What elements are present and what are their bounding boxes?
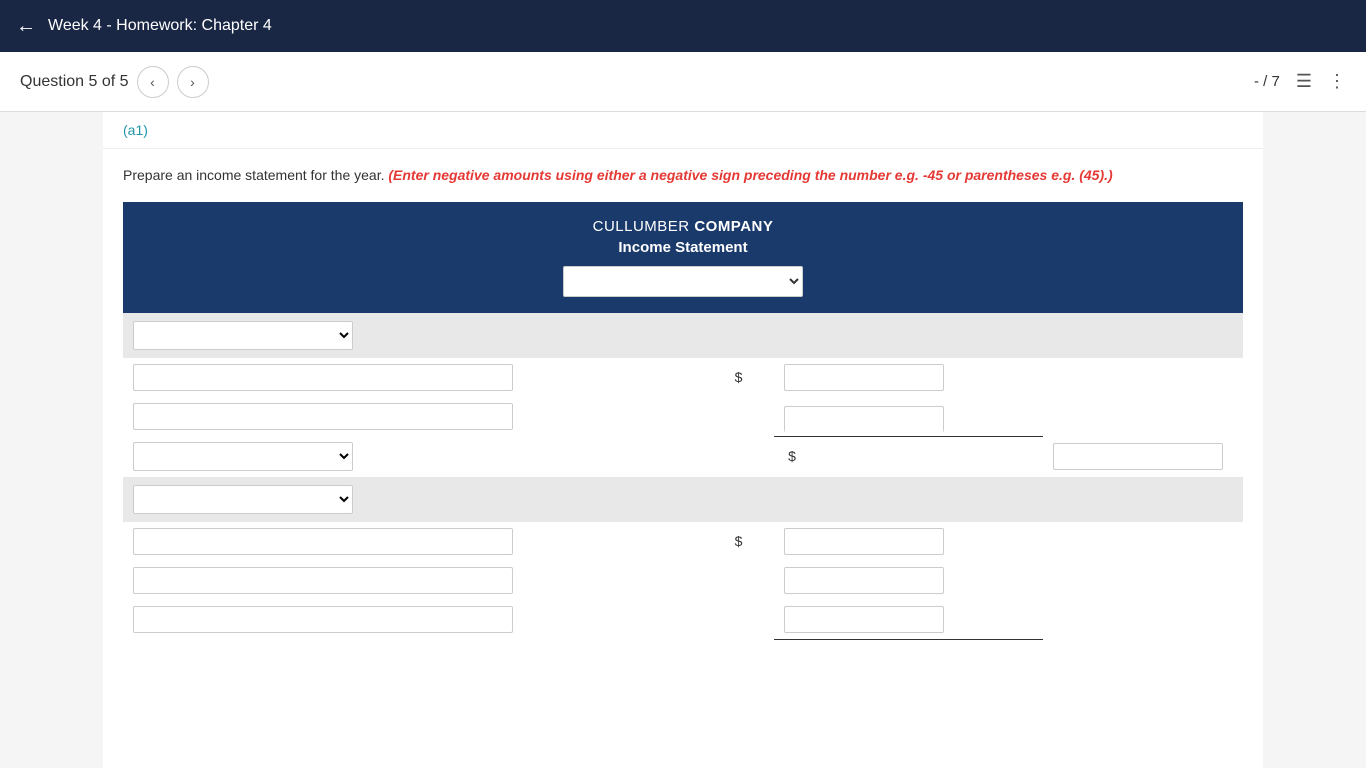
list-icon[interactable]: ☰ — [1296, 71, 1312, 92]
row5-label-cell — [123, 561, 721, 600]
top-navbar: ← Week 4 - Homework: Chapter 4 — [0, 0, 1366, 52]
more-options-icon[interactable]: ⋮ — [1328, 71, 1346, 92]
row6-amount-input[interactable] — [784, 606, 944, 633]
row4-label-input[interactable] — [133, 528, 513, 555]
back-button[interactable]: ← — [16, 15, 36, 38]
warning-text: (Enter negative amounts using either a n… — [388, 167, 1112, 183]
row6-dollar-cell — [721, 600, 774, 640]
part-label: (a1) — [103, 112, 1263, 149]
statement-title: Income Statement — [139, 239, 1227, 256]
row1-amount-cell — [774, 358, 1043, 397]
next-question-button[interactable]: › — [177, 66, 209, 98]
row1-dollar-cell: $ — [721, 358, 774, 397]
main-content: (a1) Prepare an income statement for the… — [0, 112, 1366, 768]
row5-amount-cell — [774, 561, 1043, 600]
instructions: Prepare an income statement for the year… — [103, 149, 1263, 202]
statement-container: CULLUMBER COMPANY Income Statement For t… — [103, 202, 1263, 660]
row6-label-cell — [123, 600, 721, 640]
row5 — [123, 561, 1243, 600]
section1-dropdown[interactable]: Revenues Expenses Net Income — [133, 321, 353, 350]
statement-header: CULLUMBER COMPANY Income Statement For t… — [123, 202, 1243, 313]
section2-dropdown[interactable]: Revenues Expenses Net Income — [133, 485, 353, 514]
row6 — [123, 600, 1243, 640]
row3-spacer1 — [721, 436, 774, 477]
question-label: Question 5 of 5 — [20, 73, 129, 91]
row3-amount-cell — [1043, 436, 1243, 477]
row4-label-cell — [123, 522, 721, 561]
row1-amount-input[interactable] — [784, 364, 944, 391]
period-select-wrap: For the Year Ended December 31, 2022 For… — [139, 266, 1227, 297]
period-dropdown[interactable]: For the Year Ended December 31, 2022 For… — [563, 266, 803, 297]
row4: $ — [123, 522, 1243, 561]
section2-header-row: Revenues Expenses Net Income — [123, 477, 1243, 522]
row1-label-input[interactable] — [133, 364, 513, 391]
row4-dollar-cell: $ — [721, 522, 774, 561]
row4-spacer — [1043, 522, 1243, 561]
question-nav: Question 5 of 5 ‹ › — [20, 66, 209, 98]
row5-label-input[interactable] — [133, 567, 513, 594]
row2-label-input[interactable] — [133, 403, 513, 430]
section1-header-row: Revenues Expenses Net Income — [123, 313, 1243, 358]
prev-question-button[interactable]: ‹ — [137, 66, 169, 98]
question-header: Question 5 of 5 ‹ › - / 7 ☰ ⋮ — [0, 52, 1366, 112]
row2 — [123, 397, 1243, 436]
row5-amount-input[interactable] — [784, 567, 944, 594]
section2-header-cell: Revenues Expenses Net Income — [123, 477, 1243, 522]
section1-header-cell: Revenues Expenses Net Income — [123, 313, 1243, 358]
row4-amount-cell — [774, 522, 1043, 561]
row1-label-cell — [123, 358, 721, 397]
row2-spacer — [1043, 397, 1243, 436]
page-title: Week 4 - Homework: Chapter 4 — [48, 17, 272, 35]
row6-amount-cell — [774, 600, 1043, 640]
row2-label-cell — [123, 397, 721, 436]
row2-amount-input[interactable] — [784, 406, 944, 432]
row3-amount-input[interactable] — [1053, 443, 1223, 470]
row2-amount-cell — [774, 397, 1043, 436]
row3-dollar-sign: $ — [784, 448, 800, 464]
row2-dollar-cell — [721, 397, 774, 436]
row5-dollar-cell — [721, 561, 774, 600]
row1-dollar-sign: $ — [731, 369, 747, 385]
income-statement-table: Revenues Expenses Net Income $ — [123, 313, 1243, 640]
row3-label-cell: Revenues Expenses Net Income — [123, 436, 721, 477]
content-inner: (a1) Prepare an income statement for the… — [103, 112, 1263, 768]
company-name: CULLUMBER COMPANY — [139, 218, 1227, 235]
row3-dollar-cell: $ — [774, 436, 1043, 477]
row1-spacer — [1043, 358, 1243, 397]
question-right-controls: - / 7 ☰ ⋮ — [1254, 71, 1346, 92]
row1: $ — [123, 358, 1243, 397]
instruction-text: Prepare an income statement for the year… — [123, 167, 384, 183]
row5-spacer — [1043, 561, 1243, 600]
row3-section-dropdown[interactable]: Revenues Expenses Net Income — [133, 442, 353, 471]
company-name-bold: COMPANY — [694, 218, 773, 235]
row4-dollar-sign: $ — [731, 533, 747, 549]
row4-amount-input[interactable] — [784, 528, 944, 555]
row6-label-input[interactable] — [133, 606, 513, 633]
row3: Revenues Expenses Net Income $ — [123, 436, 1243, 477]
score-display: - / 7 — [1254, 73, 1280, 90]
company-name-plain: CULLUMBER — [593, 218, 690, 235]
row6-spacer — [1043, 600, 1243, 640]
